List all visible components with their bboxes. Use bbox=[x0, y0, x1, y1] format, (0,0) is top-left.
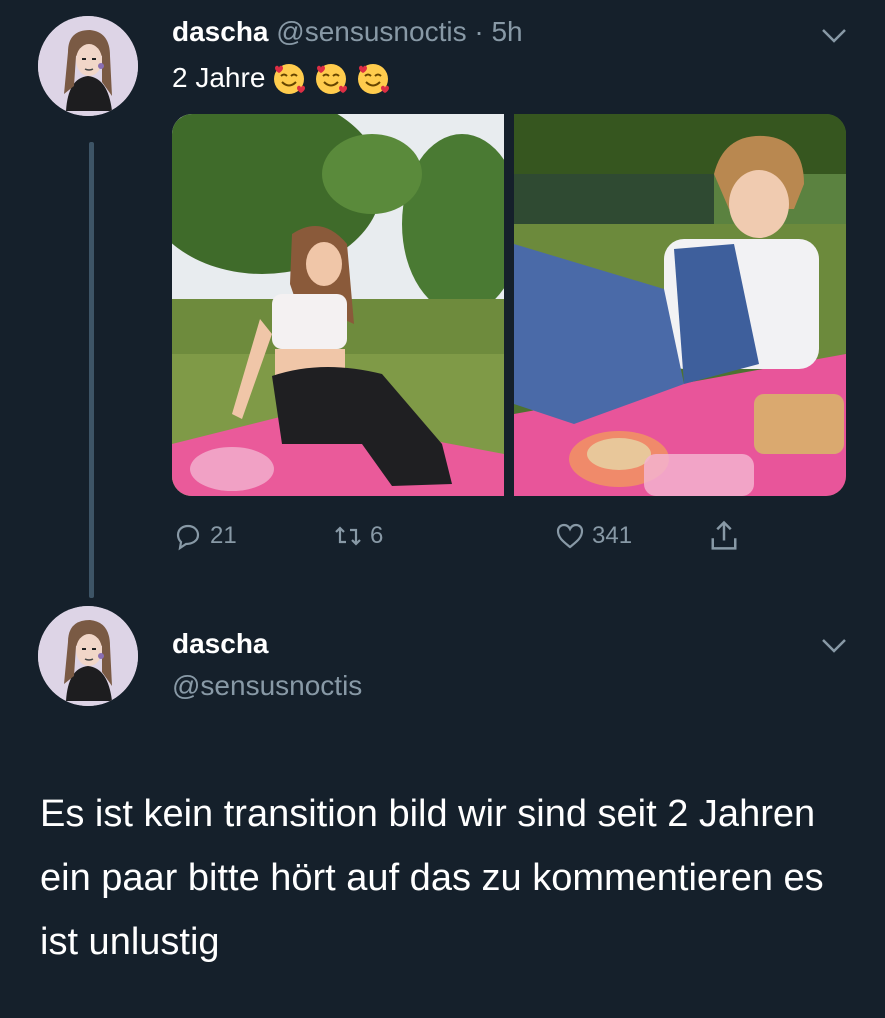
thread-line bbox=[89, 142, 94, 598]
tweet-text: 2 Jahre bbox=[172, 60, 391, 96]
share-icon bbox=[711, 520, 737, 550]
share-button[interactable] bbox=[706, 518, 742, 554]
photo-right[interactable] bbox=[514, 114, 846, 496]
reply-icon bbox=[176, 524, 200, 551]
smiling-face-with-hearts-icon bbox=[316, 64, 348, 94]
retweet-icon bbox=[335, 526, 361, 546]
photo-left[interactable] bbox=[172, 114, 504, 496]
photo-man-picnic bbox=[514, 114, 846, 496]
avatar[interactable] bbox=[38, 16, 138, 116]
chevron-down-icon[interactable] bbox=[820, 26, 848, 46]
reply-button[interactable]: 21 bbox=[172, 520, 237, 552]
media-grid bbox=[172, 114, 846, 496]
avatar-illustration bbox=[38, 16, 138, 116]
retweet-button[interactable]: 6 bbox=[332, 520, 383, 552]
like-button[interactable]: 341 bbox=[554, 520, 632, 552]
avatar-illustration bbox=[38, 606, 138, 706]
heart-icon bbox=[556, 523, 584, 549]
smiling-face-with-hearts-icon bbox=[274, 64, 306, 94]
timestamp[interactable]: 5h bbox=[491, 16, 522, 47]
tweet-text-content: 2 Jahre bbox=[172, 62, 266, 93]
user-handle[interactable]: @sensusnoctis bbox=[276, 16, 466, 47]
smiling-face-with-hearts-icon bbox=[358, 64, 390, 94]
retweet-count: 6 bbox=[370, 522, 384, 549]
tweet-header: dascha @sensusnoctis · 5h bbox=[172, 16, 523, 48]
separator: · bbox=[474, 16, 484, 47]
display-name[interactable]: dascha bbox=[172, 16, 269, 47]
reply-user-handle[interactable]: @sensusnoctis bbox=[172, 670, 362, 702]
reply-text: Es ist kein transition bild wir sind sei… bbox=[40, 793, 824, 963]
tweet-actions: 21 6 341 bbox=[172, 514, 772, 558]
photo-woman-picnic bbox=[172, 114, 504, 496]
reply-count: 21 bbox=[210, 522, 237, 549]
chevron-down-icon[interactable] bbox=[820, 636, 848, 656]
reply-avatar[interactable] bbox=[38, 606, 138, 706]
reply-display-name[interactable]: dascha bbox=[172, 628, 269, 660]
like-count: 341 bbox=[592, 522, 633, 549]
